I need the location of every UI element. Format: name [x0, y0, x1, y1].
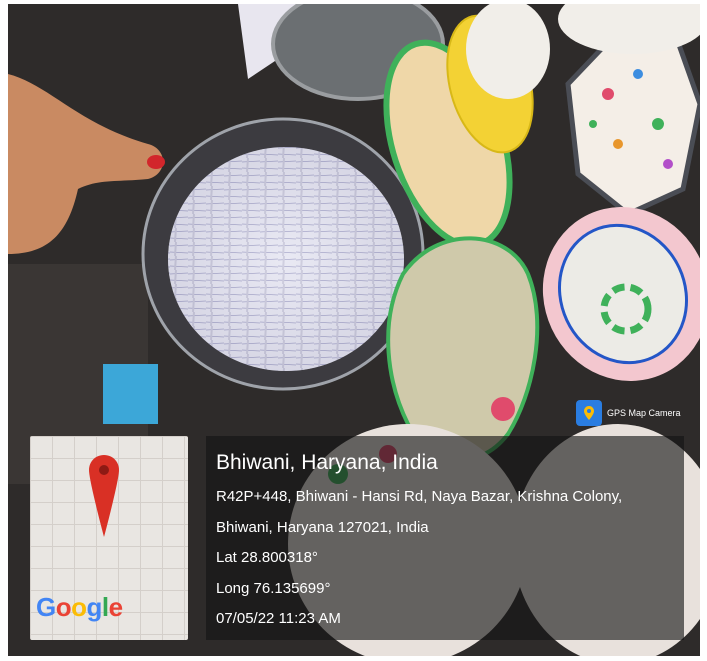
google-logo: Google — [36, 592, 123, 622]
blue-object — [103, 364, 158, 424]
gps-map-camera-badge: GPS Map Camera — [576, 398, 681, 428]
longitude-readout: Long 76.135699° — [216, 580, 331, 597]
address-line-1: R42P+448, Bhiwani - Hansi Rd, Naya Bazar… — [216, 488, 623, 505]
gps-camera-app-icon — [576, 400, 602, 426]
timestamp: 07/05/22 11:23 AM — [216, 610, 341, 627]
app-badge-label: GPS Map Camera — [607, 408, 681, 418]
address-line-2: Bhiwani, Haryana 127021, India — [216, 519, 429, 536]
latitude-readout: Lat 28.800318° — [216, 549, 318, 566]
location-pin-icon — [89, 455, 119, 537]
painted-nail — [147, 155, 165, 169]
location-title: Bhiwani, Haryana, India — [216, 451, 438, 474]
